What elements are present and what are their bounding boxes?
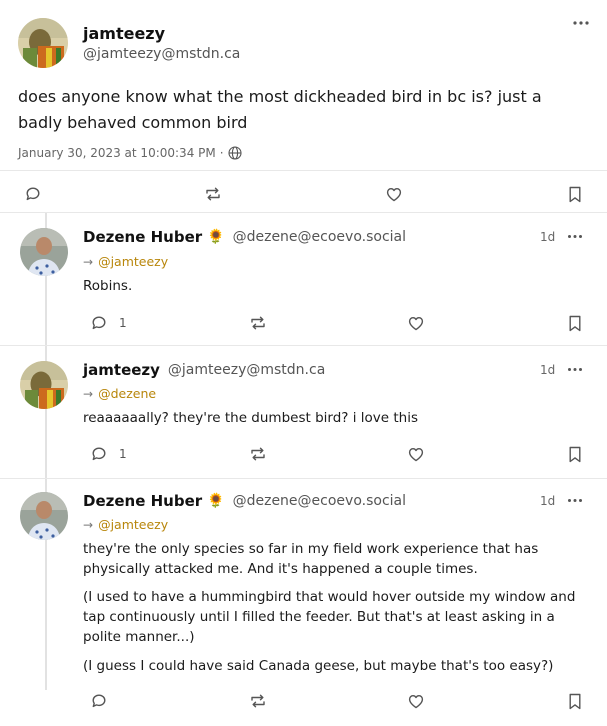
reply-bubble-icon xyxy=(91,446,107,462)
in-reply-to[interactable]: → @dezene xyxy=(83,386,156,401)
post-age[interactable]: 1d xyxy=(540,230,555,244)
separator-dot: · xyxy=(219,146,224,160)
divider xyxy=(0,170,607,171)
reply-post: Dezene Huber 🌻 @dezene@ecoevo.social 1d … xyxy=(0,213,607,345)
emoji: 🌻 xyxy=(207,229,225,245)
avatar[interactable] xyxy=(18,18,68,68)
boost-repeat-icon[interactable] xyxy=(249,446,267,462)
author-display-name[interactable]: Dezene Huber xyxy=(83,228,202,246)
bookmark-icon[interactable] xyxy=(568,446,582,463)
post-age[interactable]: 1d xyxy=(540,363,555,377)
reply-bubble-icon[interactable] xyxy=(91,693,107,709)
more-dots-icon[interactable] xyxy=(572,20,590,26)
author-handle[interactable]: @jamteezy@mstdn.ca xyxy=(168,362,325,378)
more-dots-icon[interactable] xyxy=(567,498,583,503)
in-reply-to[interactable]: → @jamteezy xyxy=(83,254,168,269)
avatar[interactable] xyxy=(20,492,68,540)
mention-link[interactable]: @jamteezy xyxy=(98,517,168,532)
arrow-right-icon: → xyxy=(83,254,94,269)
arrow-right-icon: → xyxy=(83,517,94,532)
reply-bubble-icon xyxy=(91,315,107,331)
reply-count: 1 xyxy=(119,447,127,461)
more-dots-icon[interactable] xyxy=(567,234,583,239)
arrow-right-icon: → xyxy=(83,386,94,401)
post-content: Robins. xyxy=(83,278,133,294)
reply-post: jamteezy @jamteezy@mstdn.ca 1d → @dezene… xyxy=(0,346,607,478)
more-dots-icon[interactable] xyxy=(567,367,583,372)
boost-repeat-icon[interactable] xyxy=(249,693,267,709)
in-reply-to[interactable]: → @jamteezy xyxy=(83,517,168,532)
boost-repeat-icon[interactable] xyxy=(204,186,222,202)
boost-repeat-icon[interactable] xyxy=(249,315,267,331)
main-post: jamteezy @jamteezy@mstdn.ca does anyone … xyxy=(0,0,607,212)
avatar[interactable] xyxy=(20,228,68,276)
reply-button[interactable]: 1 xyxy=(91,315,127,331)
post-content-paragraph: they're the only species so far in my fi… xyxy=(83,541,539,577)
reply-button[interactable]: 1 xyxy=(91,446,127,462)
author-display-name[interactable]: jamteezy xyxy=(83,361,160,379)
author-handle[interactable]: @dezene@ecoevo.social xyxy=(233,229,406,245)
mention-link[interactable]: @jamteezy xyxy=(98,254,168,269)
author-handle[interactable]: @dezene@ecoevo.social xyxy=(233,493,406,509)
heart-icon[interactable] xyxy=(408,316,424,331)
author-display-name[interactable]: jamteezy xyxy=(83,24,165,43)
author-display-name[interactable]: Dezene Huber xyxy=(83,492,202,510)
timestamp-text: January 30, 2023 at 10:00:34 PM xyxy=(18,146,216,160)
post-content-paragraph: (I used to have a hummingbird that would… xyxy=(83,589,576,645)
heart-icon[interactable] xyxy=(386,187,402,202)
bookmark-icon[interactable] xyxy=(568,693,582,710)
author-line: Dezene Huber 🌻 @dezene@ecoevo.social xyxy=(83,228,406,246)
author-line: jamteezy @jamteezy@mstdn.ca xyxy=(83,361,325,379)
reply-post: Dezene Huber 🌻 @dezene@ecoevo.social 1d … xyxy=(0,479,607,726)
post-content: reaaaaaally? they're the dumbest bird? i… xyxy=(83,410,418,426)
post-content: does anyone know what the most dickheade… xyxy=(18,87,542,132)
mention-link[interactable]: @dezene xyxy=(98,386,156,401)
post-content-paragraph: (I guess I could have said Canada geese,… xyxy=(83,658,554,674)
post-age[interactable]: 1d xyxy=(540,494,555,508)
heart-icon[interactable] xyxy=(408,447,424,462)
heart-icon[interactable] xyxy=(408,694,424,709)
author-line: Dezene Huber 🌻 @dezene@ecoevo.social xyxy=(83,492,406,510)
author-handle[interactable]: @jamteezy@mstdn.ca xyxy=(83,46,240,62)
avatar[interactable] xyxy=(20,361,68,409)
reply-count: 1 xyxy=(119,316,127,330)
globe-icon xyxy=(228,146,242,160)
emoji: 🌻 xyxy=(207,493,225,509)
reply-bubble-icon[interactable] xyxy=(25,186,41,202)
post-timestamp[interactable]: January 30, 2023 at 10:00:34 PM · xyxy=(18,146,242,160)
bookmark-icon[interactable] xyxy=(568,186,582,203)
bookmark-icon[interactable] xyxy=(568,315,582,332)
